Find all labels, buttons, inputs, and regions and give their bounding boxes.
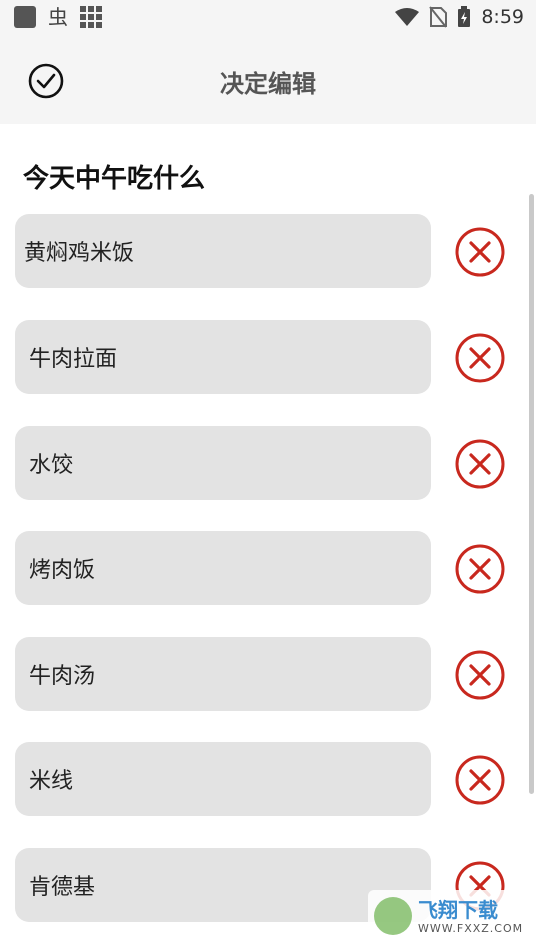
close-circle-icon[interactable] <box>453 331 507 385</box>
list-item: 黄焖鸡米饭 <box>15 214 515 288</box>
list-item: 烤肉饭 <box>15 531 515 605</box>
close-circle-icon[interactable] <box>453 225 507 279</box>
watermark-name: 飞翔下载 <box>418 897 498 922</box>
toolbar: 决定编辑 <box>0 38 536 124</box>
watermark-url: WWW.FXXZ.COM <box>418 921 524 935</box>
list-item: 牛肉拉面 <box>15 320 515 394</box>
watermark-logo-icon <box>374 897 412 935</box>
page-title: 决定编辑 <box>220 70 316 98</box>
item-input[interactable]: 烤肉饭 <box>15 531 431 605</box>
item-input[interactable]: 黄焖鸡米饭 <box>15 214 431 288</box>
scrollbar[interactable] <box>529 194 534 794</box>
status-bar: 虫 8:59 <box>0 0 536 38</box>
item-label: 牛肉拉面 <box>29 347 118 372</box>
close-circle-icon[interactable] <box>453 437 507 491</box>
status-right: 8:59 <box>395 6 524 28</box>
item-label: 黄焖鸡米饭 <box>24 241 135 266</box>
list-item: 牛肉汤 <box>15 637 515 711</box>
bug-icon: 虫 <box>48 5 68 29</box>
item-input[interactable]: 水饺 <box>15 426 431 500</box>
wifi-icon <box>395 8 420 26</box>
clock: 8:59 <box>481 6 524 28</box>
list-item: 水饺 <box>15 426 515 500</box>
item-input[interactable]: 米线 <box>15 742 431 816</box>
item-input[interactable]: 牛肉汤 <box>15 637 431 711</box>
notification-app-icon <box>14 6 36 28</box>
close-circle-icon[interactable] <box>453 542 507 596</box>
item-label: 烤肉饭 <box>29 558 96 583</box>
item-label: 肯德基 <box>29 875 96 900</box>
close-circle-icon[interactable] <box>453 648 507 702</box>
watermark-text: 飞翔下载 WWW.FXXZ.COM <box>418 898 523 935</box>
item-input[interactable]: 牛肉拉面 <box>15 320 431 394</box>
close-circle-icon[interactable] <box>453 753 507 807</box>
grid-icon <box>80 6 102 28</box>
status-left: 虫 <box>14 6 102 28</box>
item-label: 水饺 <box>29 453 74 478</box>
item-label: 牛肉汤 <box>29 664 96 689</box>
item-label: 米线 <box>29 769 74 794</box>
list-item: 米线 <box>15 742 515 816</box>
battery-charging-icon <box>458 6 471 27</box>
main-content: 今天中午吃什么 黄焖鸡米饭 牛肉拉面 水饺 烤肉饭 牛肉汤 米线 肯德基 <box>0 124 536 952</box>
no-sim-icon <box>429 6 448 28</box>
list-title: 今天中午吃什么 <box>23 164 206 194</box>
watermark: 飞翔下载 WWW.FXXZ.COM <box>368 890 528 942</box>
